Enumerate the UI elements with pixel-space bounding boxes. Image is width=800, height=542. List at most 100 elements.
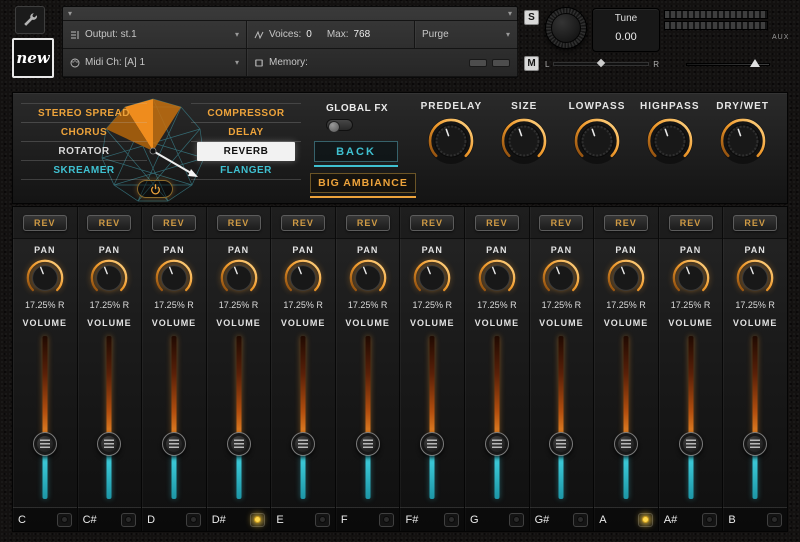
chevron-down-icon[interactable]: ▾ xyxy=(508,10,512,18)
volume-fader[interactable] xyxy=(659,332,723,507)
slider-marker-icon[interactable] xyxy=(750,59,760,67)
reverb-send-button[interactable]: REV xyxy=(604,215,648,231)
volume-fader[interactable] xyxy=(336,332,400,507)
reverb-send-button[interactable]: REV xyxy=(669,215,713,231)
pan-knob[interactable] xyxy=(218,255,260,299)
channel-led[interactable] xyxy=(250,513,265,527)
volume-fader[interactable] xyxy=(78,332,142,507)
volume-fader[interactable] xyxy=(142,332,206,507)
fx-item-delay[interactable]: DELAY xyxy=(191,123,301,142)
pan-knob[interactable] xyxy=(540,255,582,299)
pan-knob[interactable] xyxy=(282,255,324,299)
fx-knob-highpass[interactable]: HIGHPASS xyxy=(633,101,706,167)
pan-track[interactable] xyxy=(553,62,649,66)
fader-handle[interactable] xyxy=(97,432,121,456)
channel-led[interactable] xyxy=(379,513,394,527)
memory-icon xyxy=(254,58,264,68)
global-fx-toggle[interactable] xyxy=(326,119,353,131)
pan-control[interactable]: L R xyxy=(545,57,659,71)
fader-handle[interactable] xyxy=(743,432,767,456)
channel-led[interactable] xyxy=(315,513,330,527)
pan-knob[interactable] xyxy=(670,255,712,299)
reverb-send-button[interactable]: REV xyxy=(539,215,583,231)
pan-knob[interactable] xyxy=(476,255,518,299)
reverb-send-button[interactable]: REV xyxy=(475,215,519,231)
volume-fader[interactable] xyxy=(465,332,529,507)
volume-fader[interactable] xyxy=(723,332,787,507)
fader-handle[interactable] xyxy=(679,432,703,456)
channel-led[interactable] xyxy=(702,513,717,527)
channel-led[interactable] xyxy=(121,513,136,527)
pan-knob[interactable] xyxy=(24,255,66,299)
fx-item-flanger[interactable]: FLANGER xyxy=(191,161,301,180)
volume-fader[interactable] xyxy=(594,332,658,507)
volume-fader[interactable] xyxy=(271,332,335,507)
fader-handle[interactable] xyxy=(420,432,444,456)
pan-knob[interactable] xyxy=(153,255,195,299)
mixer-channel: REV PAN 17.25% R VOLUME F# xyxy=(400,207,465,531)
volume-fader[interactable] xyxy=(400,332,464,507)
mute-button[interactable]: M xyxy=(524,56,539,71)
output-select[interactable]: Output: st.1 ▾ xyxy=(63,21,247,48)
channel-led[interactable] xyxy=(509,513,524,527)
tune-display[interactable]: Tune 0.00 xyxy=(592,8,660,52)
back-button[interactable]: BACK xyxy=(314,141,398,162)
fx-power-button[interactable] xyxy=(137,180,173,198)
midi-channel-select[interactable]: Midi Ch: [A] 1 ▾ xyxy=(63,49,247,76)
pan-knob[interactable] xyxy=(411,255,453,299)
fx-item-stereo-spread[interactable]: STEREO SPREAD xyxy=(21,103,147,123)
purge-menu[interactable]: Purge ▾ xyxy=(415,21,517,48)
fader-handle[interactable] xyxy=(291,432,315,456)
fader-handle[interactable] xyxy=(614,432,638,456)
volume-fader[interactable] xyxy=(530,332,594,507)
output-volume-slider[interactable] xyxy=(686,58,770,70)
channel-led[interactable] xyxy=(444,513,459,527)
pan-knob[interactable] xyxy=(734,255,776,299)
preset-button[interactable]: BIG AMBIANCE xyxy=(310,173,416,193)
volume-label: VOLUME xyxy=(281,318,326,328)
channel-led[interactable] xyxy=(186,513,201,527)
fx-item-rotator[interactable]: ROTATOR xyxy=(21,142,147,161)
fader-grip-icon xyxy=(234,440,244,449)
fx-item-compressor[interactable]: COMPRESSOR xyxy=(191,103,301,123)
fader-track-upper xyxy=(753,336,758,444)
channel-led[interactable] xyxy=(638,513,653,527)
reverb-send-button[interactable]: REV xyxy=(733,215,777,231)
reverb-send-button[interactable]: REV xyxy=(87,215,131,231)
fader-handle[interactable] xyxy=(162,432,186,456)
fader-handle[interactable] xyxy=(356,432,380,456)
level-meter-right xyxy=(664,21,768,30)
volume-fader[interactable] xyxy=(207,332,271,507)
tools-button[interactable] xyxy=(15,6,45,34)
fader-handle[interactable] xyxy=(485,432,509,456)
pan-knob[interactable] xyxy=(347,255,389,299)
reverb-send-button[interactable]: REV xyxy=(23,215,67,231)
fx-knob-size[interactable]: SIZE xyxy=(488,101,561,167)
channel-led[interactable] xyxy=(573,513,588,527)
volume-fader[interactable] xyxy=(13,332,77,507)
channel-led[interactable] xyxy=(57,513,72,527)
wrench-icon xyxy=(21,11,39,29)
pan-knob[interactable] xyxy=(605,255,647,299)
fader-handle[interactable] xyxy=(549,432,573,456)
fx-item-reverb[interactable]: REVERB xyxy=(197,142,295,161)
fx-item-chorus[interactable]: CHORUS xyxy=(21,123,147,142)
fx-item-skreamer[interactable]: SKREAMER xyxy=(21,161,147,180)
reverb-send-button[interactable]: REV xyxy=(217,215,261,231)
fx-knob-dry-wet[interactable]: DRY/WET xyxy=(706,101,779,167)
max-value: 768 xyxy=(353,29,370,40)
chevron-down-icon[interactable]: ▾ xyxy=(68,10,72,18)
fader-handle[interactable] xyxy=(33,432,57,456)
instrument-volume-knob[interactable] xyxy=(545,7,587,49)
solo-button[interactable]: S xyxy=(524,10,539,25)
reverb-send-button[interactable]: REV xyxy=(281,215,325,231)
reverb-send-button[interactable]: REV xyxy=(152,215,196,231)
fx-knob-lowpass[interactable]: LOWPASS xyxy=(561,101,634,167)
pan-knob[interactable] xyxy=(88,255,130,299)
mixer-channel: REV PAN 17.25% R VOLUME D# xyxy=(207,207,272,531)
fader-handle[interactable] xyxy=(227,432,251,456)
reverb-send-button[interactable]: REV xyxy=(410,215,454,231)
reverb-send-button[interactable]: REV xyxy=(346,215,390,231)
fx-knob-predelay[interactable]: PREDELAY xyxy=(415,101,488,167)
channel-led[interactable] xyxy=(767,513,782,527)
